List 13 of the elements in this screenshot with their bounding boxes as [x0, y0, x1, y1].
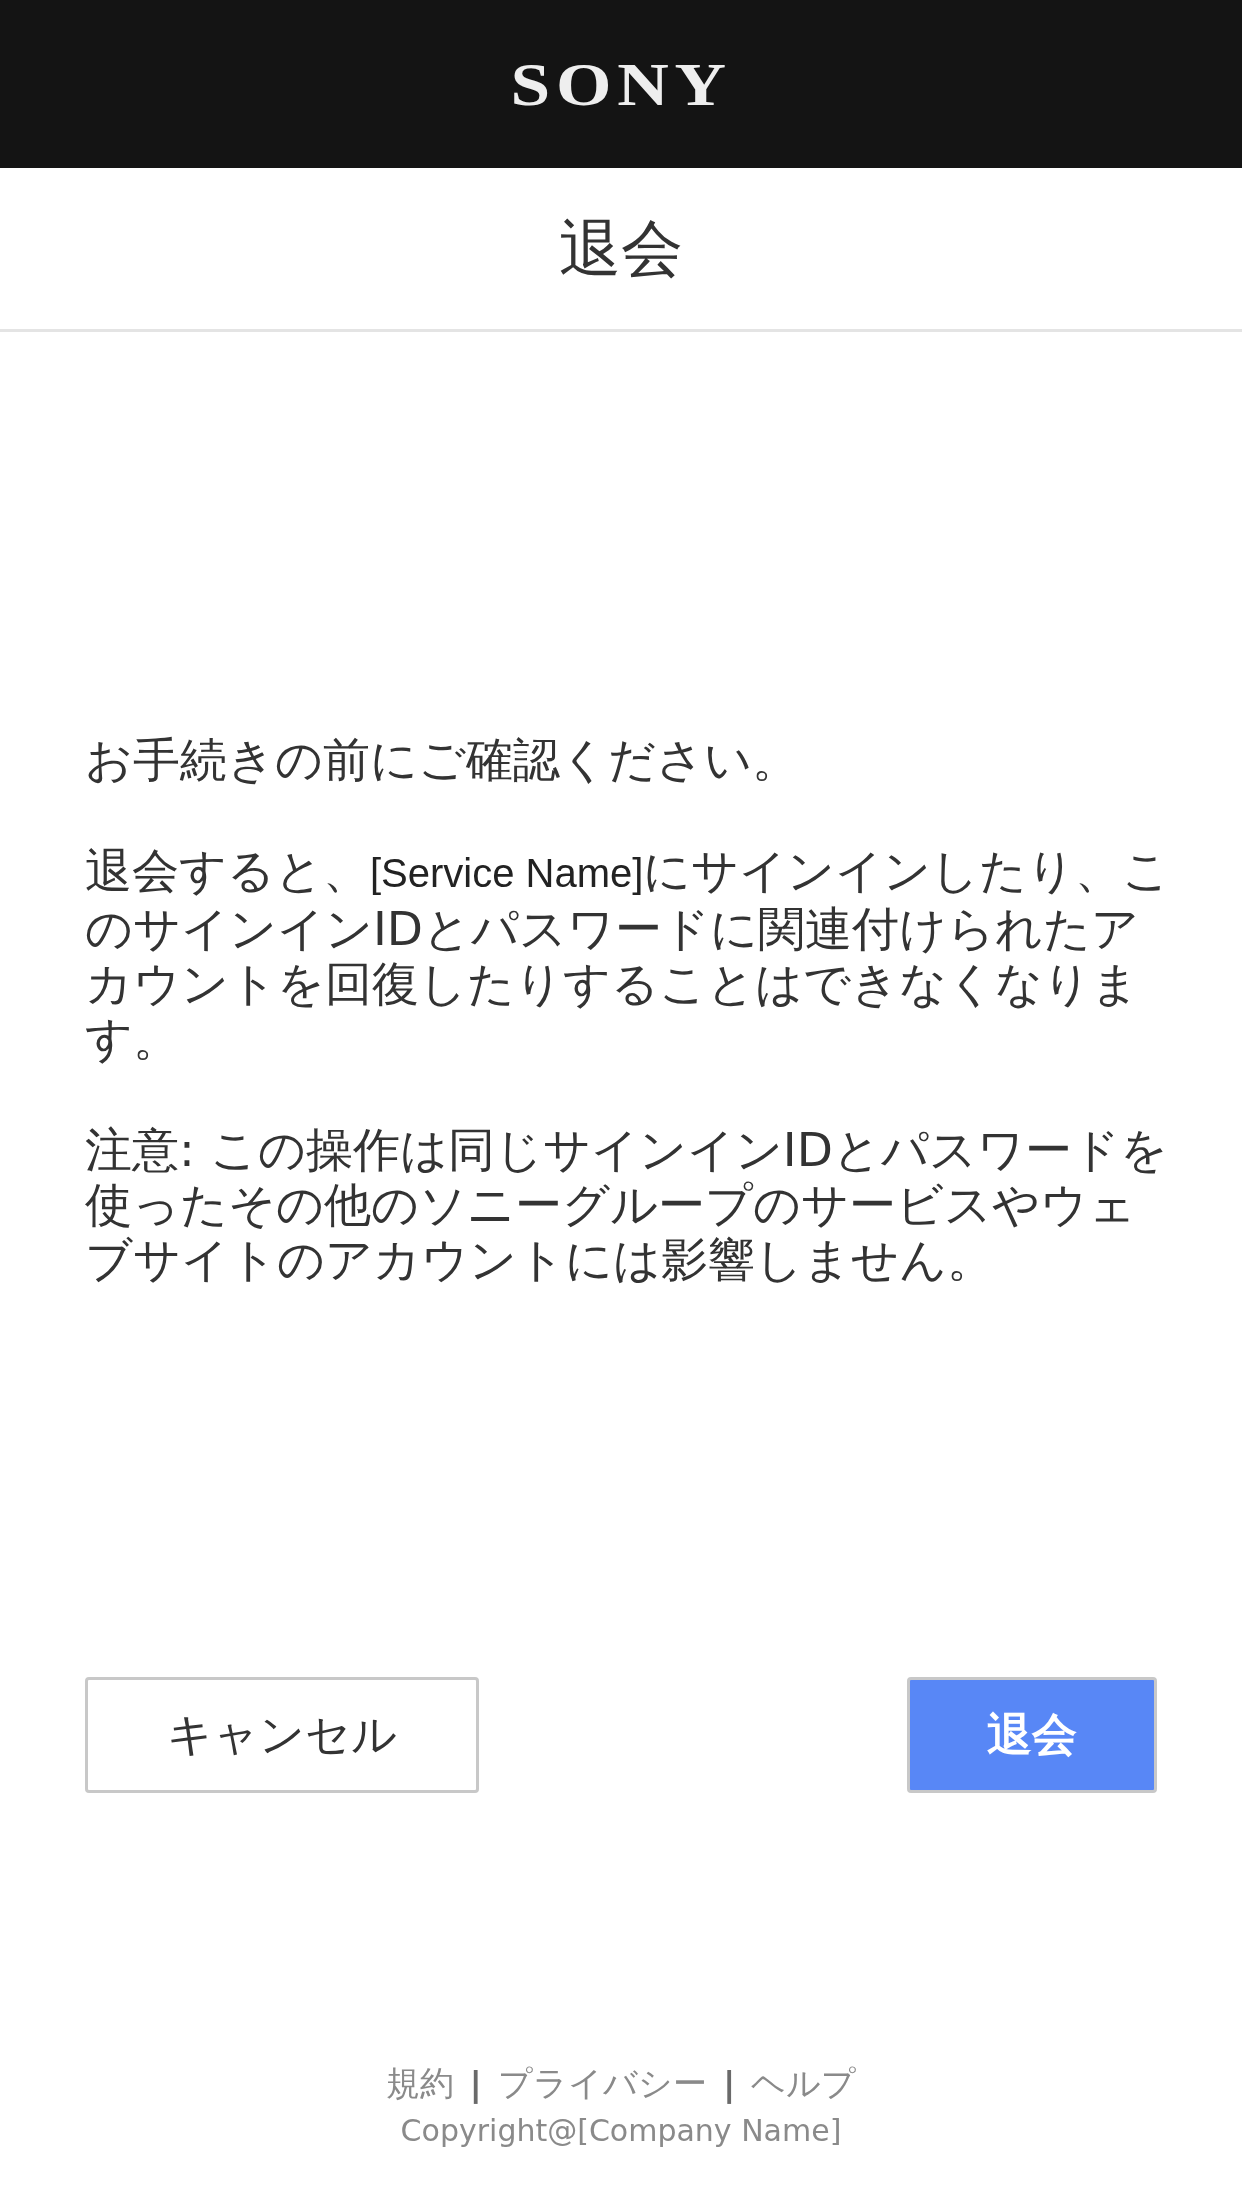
footer-link[interactable]: 規約 — [385, 2061, 454, 2107]
brand-logo: SONY — [510, 48, 732, 120]
cancel-button[interactable]: キャンセル — [85, 1677, 479, 1793]
copyright-text: Copyright@[Company Name] — [400, 2113, 842, 2148]
notice-paragraph: お手続きの前にご確認ください。 — [85, 732, 800, 787]
withdraw-button[interactable]: 退会 — [907, 1677, 1157, 1793]
footer-link[interactable]: プライバシー — [498, 2061, 707, 2107]
link-separator: | — [722, 2064, 737, 2104]
link-separator: | — [468, 2064, 483, 2104]
footer-link[interactable]: ヘルプ — [751, 2061, 857, 2107]
notice-paragraph: 退会すると、[Service Name]にサインインしたり、このサインインIDとパスワードに関連付けられたアカウントを回復したりすることはできなくなります。 — [85, 843, 1172, 1066]
page-title: 退会 — [559, 210, 683, 287]
notice-paragraph: 注意: この操作は同じサインインIDとパスワードを使ったその他のソニーグループのサービスやウェブサイトのアカウントには影響しません。 — [85, 1122, 1169, 1287]
